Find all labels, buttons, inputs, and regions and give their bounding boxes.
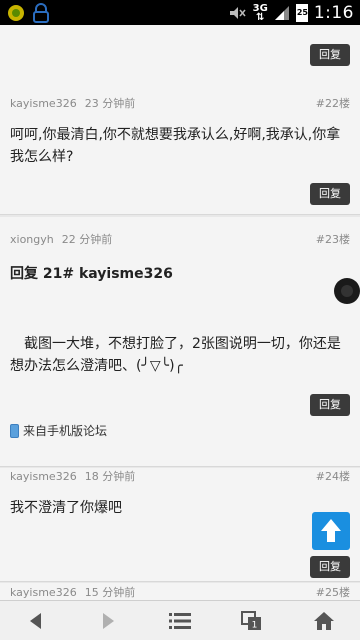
post-text-line: 想办法怎么澄清吧、(╯▽╰)╭ [10, 358, 183, 374]
post-text: 我不澄清了你爆吧 [10, 500, 122, 516]
post-23: xiongyh 22 分钟前 #23楼 回复 21# kayisme326 截图一… [0, 217, 360, 467]
quote-title: 回复 21# kayisme326 [10, 266, 173, 282]
reply-button[interactable]: 回复 [310, 183, 350, 205]
scroll-to-top-button[interactable] [312, 512, 350, 550]
post-meta: xiongyh 22 分钟前 [10, 231, 112, 247]
svg-text:1: 1 [252, 621, 258, 631]
list-icon [169, 613, 191, 629]
post-author[interactable]: kayisme326 [10, 97, 77, 110]
thread-content[interactable]: 回复 kayisme326 23 分钟前 #22楼 呵呵,你最清白,你不就想要我承… [0, 25, 360, 600]
post-24: kayisme326 18 分钟前 #24楼 我不澄清了你爆吧 回复 [0, 468, 360, 582]
home-button[interactable] [288, 601, 360, 640]
source-label: 来自手机版论坛 [23, 424, 108, 438]
post-text: 呵呵,你最清白,你不就想要我承认么,好啊,我承认,你拿我怎么样? [10, 127, 341, 165]
post-meta: kayisme326 23 分钟前 [10, 95, 135, 111]
post-author[interactable]: kayisme326 [10, 586, 77, 599]
forward-button[interactable] [72, 601, 144, 640]
post-time: 22 分钟前 [61, 233, 113, 246]
post-22: kayisme326 23 分钟前 #22楼 呵呵,你最清白,你不就想要我承认么,… [0, 95, 360, 215]
post-time: 18 分钟前 [84, 470, 136, 483]
left-arrow-icon [30, 613, 41, 629]
mobile-phone-icon [10, 423, 19, 438]
reply-button[interactable]: 回复 [310, 556, 350, 578]
up-arrow-icon [321, 519, 341, 542]
reply-button[interactable]: 回复 [310, 44, 350, 66]
windows-button[interactable]: 1 [216, 601, 288, 640]
post-author[interactable]: xiongyh [10, 233, 54, 246]
post-25: kayisme326 15 分钟前 #25楼 [0, 583, 360, 600]
bottom-nav-bar: 1 [0, 600, 360, 640]
post-floor: #24楼 [315, 470, 350, 483]
post-21: 回复 [0, 25, 360, 103]
post-time: 15 分钟前 [84, 586, 136, 599]
post-meta: kayisme326 15 分钟前 [10, 584, 135, 600]
menu-button[interactable] [144, 601, 216, 640]
reply-button[interactable]: 回复 [310, 394, 350, 416]
floating-action-dot[interactable] [334, 278, 360, 304]
post-source: 来自手机版论坛 [10, 422, 107, 439]
home-icon [314, 612, 334, 630]
post-text-line: 截图一大堆，不想打脸了，2张图说明一切，你还是 [24, 336, 341, 352]
network-type: 3G ⇅ [252, 2, 268, 23]
post-author[interactable]: kayisme326 [10, 470, 77, 483]
post-time: 23 分钟前 [84, 97, 136, 110]
app-notification-icon [8, 5, 24, 21]
post-meta: kayisme326 18 分钟前 [10, 468, 135, 484]
right-arrow-icon [103, 613, 114, 629]
post-floor: #23楼 [315, 233, 350, 246]
post-floor: #25楼 [315, 586, 350, 599]
post-floor: #22楼 [315, 97, 350, 110]
battery-icon: 25 [295, 3, 308, 22]
post-text: 截图一大堆，不想打脸了，2张图说明一切，你还是 想办法怎么澄清吧、(╯▽╰)╭ [10, 333, 352, 377]
back-button[interactable] [0, 601, 72, 640]
clock: 1:16 [313, 2, 354, 23]
mute-icon [229, 6, 246, 19]
lock-notification-icon [33, 3, 49, 23]
windows-icon: 1 [241, 611, 261, 631]
status-bar: 3G ⇅ 25 1:16 [0, 0, 360, 25]
signal-icon [274, 5, 289, 20]
